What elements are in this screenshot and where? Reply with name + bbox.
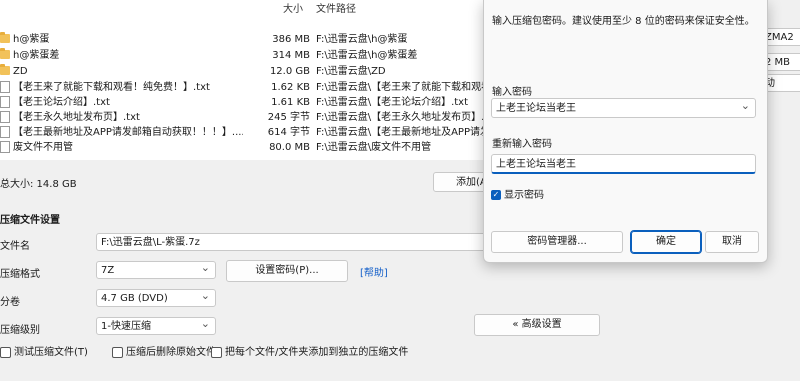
file-size: 1.61 KB: [271, 97, 310, 108]
file-list: 大小 文件路径 h@紫蛋 386 MB F:\迅雷云盘\h@紫蛋 h@紫蛋差 3…: [0, 0, 520, 160]
folder-icon: [0, 64, 10, 75]
text-file-icon: [0, 111, 10, 123]
folder-icon: [0, 48, 10, 59]
checkbox-icon: [112, 346, 123, 358]
checkbox-label: 把每个文件/文件夹添加到独立的压缩文件: [225, 347, 409, 358]
list-item[interactable]: 【老王来了就能下载和观看！纯免费！】.txt 1.62 KB F:\迅雷云盘\【…: [0, 80, 520, 95]
format-label: 压缩格式: [0, 269, 40, 280]
list-item[interactable]: h@紫蛋 386 MB F:\迅雷云盘\h@紫蛋: [0, 32, 520, 47]
volume-label: 分卷: [0, 297, 20, 308]
password-dialog: 输入压缩包密码。建议使用至少 8 位的密码来保证安全性。 输入密码 上老王论坛当…: [483, 0, 768, 263]
column-header-size[interactable]: 大小: [283, 0, 303, 20]
file-name: 【老王来了就能下载和观看！纯免费！】.txt: [13, 82, 210, 93]
file-name: 【老王论坛介绍】.txt: [13, 97, 110, 108]
separate-archive-checkbox[interactable]: 把每个文件/文件夹添加到独立的压缩文件: [211, 346, 408, 360]
file-size: 314 MB: [272, 50, 310, 61]
text-file-icon: [0, 81, 10, 93]
compress-window: 大小 文件路径 h@紫蛋 386 MB F:\迅雷云盘\h@紫蛋 h@紫蛋差 3…: [0, 0, 800, 381]
checkbox-label: 测试压缩文件(T): [14, 347, 88, 358]
file-size: 1.62 KB: [271, 82, 310, 93]
password-input[interactable]: 上老王论坛当老王: [491, 96, 756, 118]
file-size: 12.0 GB: [269, 66, 310, 77]
test-archive-checkbox[interactable]: 测试压缩文件(T): [0, 346, 88, 360]
column-header-path[interactable]: 文件路径: [316, 0, 356, 20]
folder-icon: [0, 32, 10, 43]
text-file-icon: [0, 126, 10, 138]
file-size: 245 字节: [267, 112, 310, 123]
file-name: 【老王最新地址及APP请发邮箱自动获取！！！】....: [13, 127, 243, 138]
list-item[interactable]: ZD 12.0 GB F:\迅雷云盘\ZD: [0, 64, 520, 79]
section-title: 压缩文件设置: [0, 215, 60, 226]
list-item[interactable]: h@紫蛋差 314 MB F:\迅雷云盘\h@紫蛋差: [0, 48, 520, 63]
text-file-icon: [0, 96, 10, 108]
checkmark-icon: ✓: [491, 190, 501, 200]
reenter-password-input[interactable]: 上老王论坛当老王: [491, 154, 756, 174]
checkbox-label: 显示密码: [504, 190, 544, 201]
list-item[interactable]: 【老王永久地址发布页】.txt 245 字节 F:\迅雷云盘\【老王永久地址发布…: [0, 110, 520, 125]
file-name: 【老王永久地址发布页】.txt: [13, 112, 140, 123]
file-size: 386 MB: [272, 34, 310, 45]
volume-select[interactable]: 4.7 GB (DVD): [96, 287, 216, 307]
help-link[interactable]: [帮助]: [360, 264, 388, 279]
password-manager-button[interactable]: 密码管理器...: [491, 231, 623, 253]
list-item[interactable]: 废文件不用管 80.0 MB F:\迅雷云盘\废文件不用管: [0, 140, 520, 155]
text-file-icon: [0, 141, 10, 153]
ok-button[interactable]: 确定: [630, 230, 702, 254]
delete-original-checkbox[interactable]: 压缩后删除原始文件: [112, 346, 216, 360]
file-size: 80.0 MB: [269, 142, 310, 153]
file-name: h@紫蛋: [13, 34, 50, 45]
total-size: 总大小: 14.8 GB: [0, 179, 77, 190]
file-size: 614 字节: [267, 127, 310, 138]
set-password-button[interactable]: 设置密码(P)...: [226, 260, 348, 282]
filename-label: 文件名: [0, 241, 30, 252]
checkbox-icon: [0, 346, 11, 358]
list-item[interactable]: 【老王论坛介绍】.txt 1.61 KB F:\迅雷云盘\【老王论坛介绍】.tx…: [0, 95, 520, 110]
file-name: ZD: [13, 66, 28, 77]
advanced-settings-button[interactable]: « 高级设置: [474, 314, 600, 336]
show-password-checkbox[interactable]: ✓ 显示密码: [491, 190, 544, 202]
dialog-hint: 输入压缩包密码。建议使用至少 8 位的密码来保证安全性。: [492, 16, 755, 27]
format-select[interactable]: 7Z: [96, 259, 216, 279]
cancel-button[interactable]: 取消: [705, 231, 759, 253]
file-name: 废文件不用管: [13, 142, 73, 153]
level-label: 压缩级别: [0, 325, 40, 336]
reenter-password-label: 重新输入密码: [492, 139, 552, 150]
checkbox-icon: [211, 346, 222, 358]
checkbox-label: 压缩后删除原始文件: [126, 347, 216, 358]
list-item[interactable]: 【老王最新地址及APP请发邮箱自动获取！！！】.... 614 字节 F:\迅雷…: [0, 125, 520, 140]
password-label: 输入密码: [492, 87, 532, 98]
file-name: h@紫蛋差: [13, 50, 60, 61]
level-select[interactable]: 1-快速压缩: [96, 315, 216, 335]
